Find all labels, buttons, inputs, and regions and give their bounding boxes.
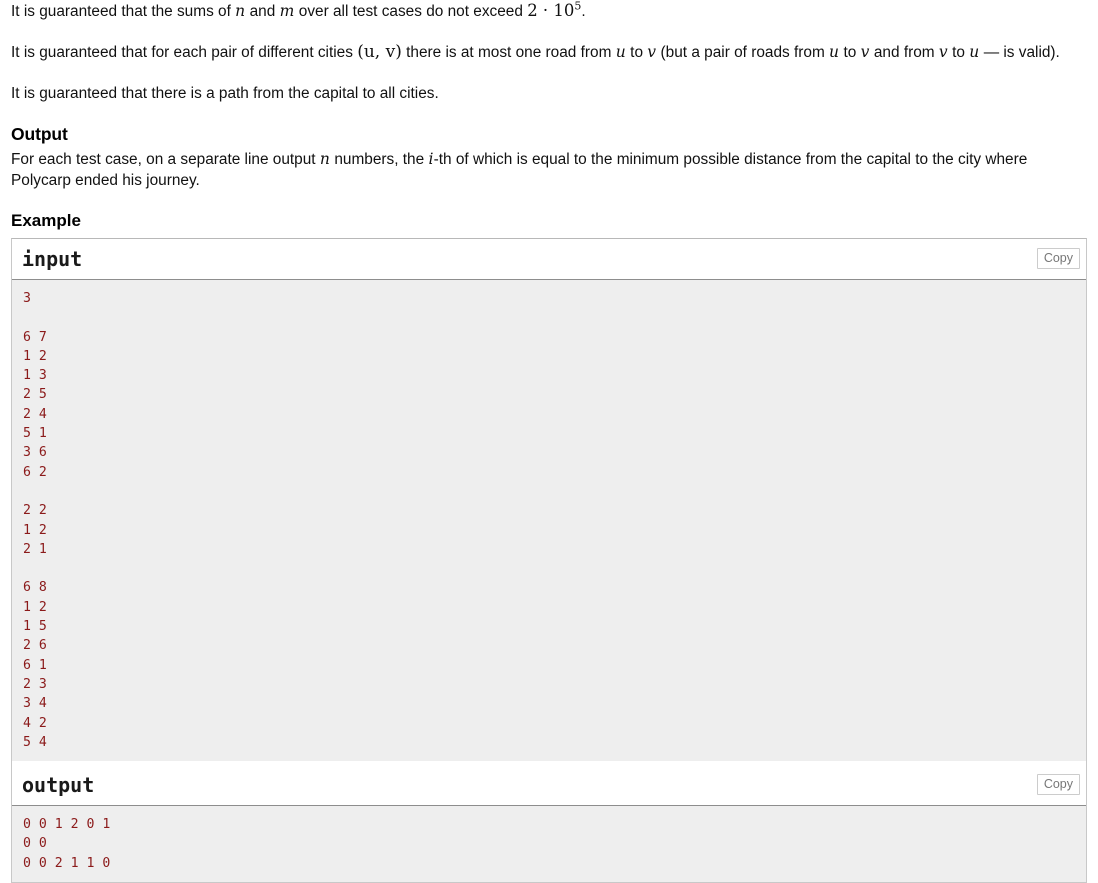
math-var-u: u	[615, 43, 626, 61]
text-fragment: there is at most one road from	[401, 44, 616, 61]
text-fragment: over all test cases do not exceed	[294, 3, 528, 20]
problem-statement-page: It is guaranteed that the sums of n and …	[0, 0, 1098, 883]
text-fragment: For each test case, on a separate line o…	[11, 151, 320, 168]
text-fragment: and from	[869, 44, 939, 61]
math-var-m: m	[279, 2, 295, 20]
text-fragment: — is valid).	[979, 44, 1060, 61]
text-fragment: to	[839, 44, 861, 61]
output-data-block[interactable]: 0 0 1 2 0 1 0 0 0 0 2 1 1 0	[12, 806, 1086, 883]
text-fragment: to	[625, 44, 648, 61]
math-base: 2 · 10	[527, 1, 575, 20]
math-var-v: v	[938, 43, 948, 61]
paragraph-text: It is guaranteed that for each pair of d…	[11, 42, 1087, 63]
math-var-n: n	[319, 150, 331, 168]
math-pair-uv: (u, v)	[357, 42, 402, 62]
text-fragment: numbers, the	[330, 151, 429, 168]
text-fragment: It is guaranteed that the sums of	[11, 3, 236, 20]
output-section-description: For each test case, on a separate line o…	[11, 149, 1087, 191]
math-var-v: v	[647, 43, 657, 61]
math-expression-limit: 2 · 105	[527, 1, 581, 21]
output-section-heading: Output	[11, 124, 68, 144]
copy-input-button[interactable]: Copy	[1036, 248, 1080, 269]
output-header: output Copy	[12, 765, 1086, 807]
text-fragment: and	[245, 3, 280, 20]
text-fragment: to	[947, 44, 970, 61]
sample-tests-container: input Copy 3 6 7 1 2 1 3 2 5 2 4 5 1 3 6…	[11, 238, 1087, 883]
paragraph-text: For each test case, on a separate line o…	[11, 149, 1087, 191]
input-header: input Copy	[12, 239, 1086, 280]
constraint-paragraph-connectivity: It is guaranteed that there is a path fr…	[11, 83, 1087, 104]
text-fragment: It is guaranteed that for each pair of d…	[11, 44, 358, 61]
text-fragment: .	[581, 3, 586, 20]
text-fragment: (but a pair of roads from	[656, 44, 830, 61]
input-label: input	[22, 247, 83, 271]
math-var-v: v	[860, 43, 870, 61]
input-data-block[interactable]: 3 6 7 1 2 1 3 2 5 2 4 5 1 3 6 6 2 2 2 1 …	[12, 280, 1086, 763]
example-section-heading: Example	[11, 211, 81, 230]
math-var-u: u	[969, 43, 980, 61]
constraint-paragraph-roads: It is guaranteed that for each pair of d…	[11, 42, 1087, 63]
constraint-paragraph-sums: It is guaranteed that the sums of n and …	[11, 0, 1087, 22]
math-var-u: u	[829, 43, 840, 61]
paragraph-text: It is guaranteed that the sums of n and …	[11, 0, 1087, 22]
math-var-n: n	[235, 2, 246, 20]
paragraph-text: It is guaranteed that there is a path fr…	[11, 85, 439, 102]
output-label: output	[22, 773, 95, 798]
copy-output-button[interactable]: Copy	[1036, 774, 1080, 796]
